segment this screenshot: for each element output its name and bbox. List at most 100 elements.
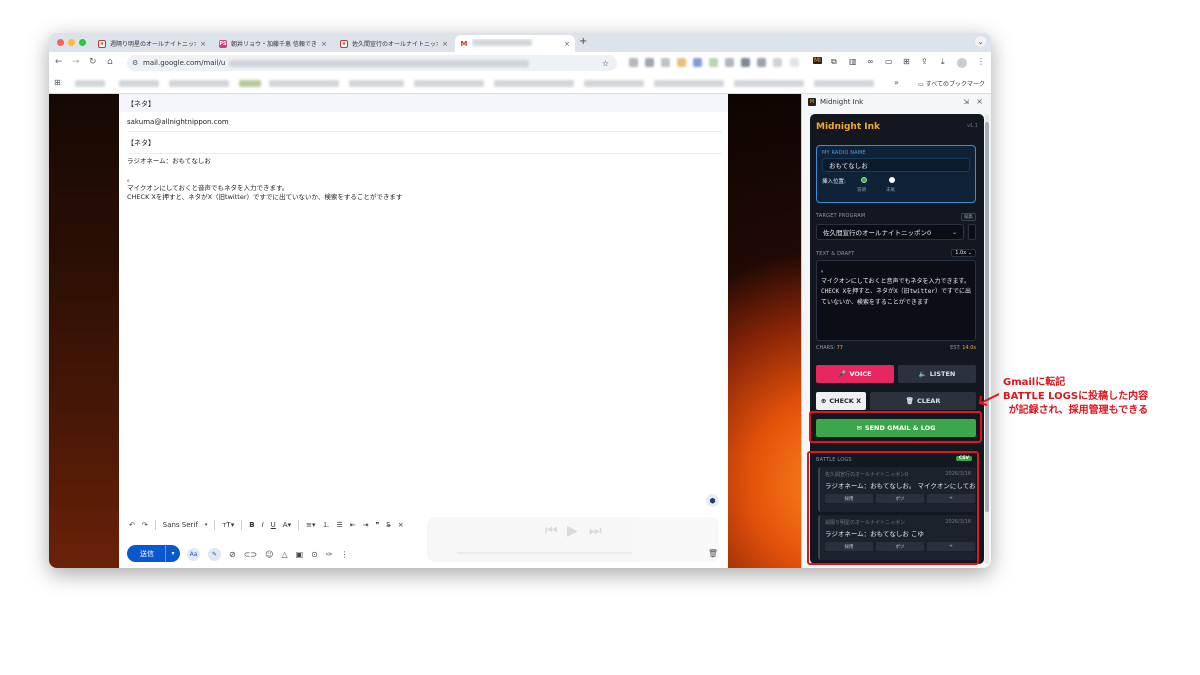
bookmark-item[interactable] (75, 80, 105, 87)
bookmark-item[interactable] (239, 80, 261, 87)
close-tab-icon[interactable]: × (200, 40, 206, 48)
font-size-icon[interactable]: тT▾ (222, 521, 234, 529)
redo-icon[interactable]: ↷ (142, 521, 148, 529)
close-tab-icon[interactable]: × (442, 40, 448, 48)
italic-icon[interactable]: I (262, 521, 264, 529)
bookmark-item[interactable] (734, 80, 804, 87)
listen-button[interactable]: 🔈 LISTEN (898, 365, 976, 383)
bulleted-list-icon[interactable]: ☰ (336, 521, 342, 529)
address-bar[interactable]: ⚙ mail.google.com/mail/u ☆ (127, 55, 617, 71)
tab-1[interactable]: ★ 週隔り明星のオールナイトニッポン × (93, 35, 211, 52)
reload-icon[interactable]: ↻ (89, 57, 97, 67)
insert-top-radio[interactable] (861, 177, 867, 183)
speed-select[interactable]: 1.0x ⌄ (951, 249, 976, 257)
minimize-window-button[interactable] (68, 39, 75, 46)
bookmark-item[interactable] (349, 80, 404, 87)
chevron-down-icon[interactable]: ▾ (205, 522, 208, 528)
send-button[interactable]: 送信 ▾ (127, 545, 180, 562)
bookmark-item[interactable] (654, 80, 724, 87)
gemini-assist-icon[interactable]: ⬢ (706, 494, 719, 507)
maximize-window-button[interactable] (79, 39, 86, 46)
download-icon[interactable]: ⤓ (941, 57, 945, 67)
extension-icon[interactable] (790, 58, 799, 67)
signature-icon[interactable]: ✑ (326, 550, 333, 559)
extension-icon[interactable] (677, 58, 686, 67)
share-icon[interactable]: ⇪ (921, 57, 928, 66)
remove-formatting-icon[interactable]: ⨯ (398, 521, 404, 529)
align-icon[interactable]: ≡▾ (306, 521, 315, 529)
menu-kebab-icon[interactable]: ⋮ (977, 57, 985, 66)
tab-gmail[interactable]: M × (455, 35, 575, 52)
edit-programs-button[interactable]: 編集 (961, 213, 976, 221)
bookmark-item[interactable] (494, 80, 574, 87)
extension-icon[interactable] (709, 58, 718, 67)
close-tab-icon[interactable]: × (564, 40, 570, 48)
apps-grid-icon[interactable]: ⊞ (54, 78, 61, 87)
profile-avatar[interactable] (957, 58, 967, 68)
bookmarks-more-icon[interactable]: » (894, 78, 899, 87)
side-panel-icon[interactable]: ▥ (849, 57, 857, 66)
drive-icon[interactable]: △ (281, 550, 287, 559)
bookmark-item[interactable] (414, 80, 484, 87)
compose-subject-row[interactable]: 【ネタ】 (127, 99, 722, 114)
bookmark-item[interactable] (169, 80, 229, 87)
tab-3[interactable]: ★ 佐久間宣行のオールナイトニッポン × (335, 35, 453, 52)
tab-search-chevron-icon[interactable]: ⌄ (975, 36, 986, 47)
more-options-icon[interactable]: ⋮ (341, 550, 349, 559)
site-info-icon[interactable]: ⚙ (132, 59, 138, 67)
lock-icon[interactable]: ⊙ (311, 550, 318, 559)
text-color-icon[interactable]: A▾ (283, 521, 291, 529)
forward-icon[interactable]: → (72, 57, 80, 67)
ai-write-icon[interactable]: ✎ (208, 548, 221, 561)
extension-icon[interactable] (693, 58, 702, 67)
bold-icon[interactable]: B (249, 521, 254, 529)
extension-icon[interactable] (629, 58, 638, 67)
attach-icon[interactable]: ⊘ (229, 550, 236, 559)
extension-icon[interactable] (661, 58, 670, 67)
font-select[interactable]: Sans Serif (163, 521, 198, 529)
formatting-options-icon[interactable]: Aa (187, 548, 200, 561)
clear-button[interactable]: 🗑 CLEAR (870, 392, 976, 410)
scrollbar-thumb[interactable] (985, 122, 989, 512)
extension-icon[interactable] (725, 58, 734, 67)
bookmark-star-icon[interactable]: ☆ (602, 59, 609, 68)
link-icon[interactable]: ⊂⊃ (244, 550, 257, 559)
new-tab-icon[interactable]: + (579, 36, 587, 47)
close-tab-icon[interactable]: × (321, 40, 327, 48)
radio-name-input[interactable]: おもてなしお (822, 158, 970, 172)
grid-icon[interactable]: ⊞ (903, 57, 910, 66)
link-icon[interactable]: ∞ (867, 57, 874, 66)
recipient-field[interactable]: sakuma@allnightnippon.com (127, 118, 722, 132)
target-program-select[interactable]: 佐久間宣行のオールナイトニッポン0 ⌄ (816, 224, 964, 240)
bookmark-item[interactable] (269, 80, 339, 87)
numbered-list-icon[interactable]: ⒈ (322, 520, 329, 530)
send-options-chevron-icon[interactable]: ▾ (165, 545, 180, 562)
undo-icon[interactable]: ↶ (129, 521, 135, 529)
extension-icon[interactable] (645, 58, 654, 67)
extension-icon[interactable] (741, 58, 750, 67)
draft-textarea[interactable]: 。マイクオンにしておくと音声でもネタを入力できます。 CHECK Xを押すと、ネタ… (816, 260, 976, 341)
extension-icon[interactable] (773, 58, 782, 67)
cast-icon[interactable]: ▭ (885, 57, 893, 66)
strikethrough-icon[interactable]: S̶ (386, 521, 390, 529)
home-icon[interactable]: ⌂ (107, 57, 113, 67)
emoji-icon[interactable]: ☺ (265, 550, 273, 559)
bookmark-item[interactable] (119, 80, 159, 87)
quote-icon[interactable]: ❞ (376, 521, 380, 529)
discard-draft-icon[interactable]: 🗑 (708, 549, 718, 558)
pin-icon[interactable]: ⇲ (963, 98, 969, 106)
subject-field[interactable]: 【ネタ】 (127, 138, 722, 154)
compose-body[interactable]: ラジオネーム：おもてなしお 。 マイクオンにしておくと音声でもネタを入力できます… (127, 157, 722, 202)
puzzle-icon[interactable]: ⧉ (831, 57, 837, 67)
side-panel-scrollbar[interactable] (985, 114, 989, 564)
tab-2[interactable]: PS 朝井リョウ・加藤千恵 信頼できる × (214, 35, 332, 52)
back-icon[interactable]: ← (55, 57, 63, 67)
extension-icon[interactable] (757, 58, 766, 67)
all-bookmarks-folder[interactable]: ▭ すべてのブックマーク (918, 79, 985, 88)
indent-less-icon[interactable]: ⇤ (350, 521, 356, 529)
midnight-ink-extension-icon[interactable]: MI (813, 57, 822, 64)
image-icon[interactable]: ▣ (296, 550, 304, 559)
close-window-button[interactable] (57, 39, 64, 46)
voice-button[interactable]: 🎤 VOICE (816, 365, 894, 383)
underline-icon[interactable]: U (271, 521, 276, 529)
